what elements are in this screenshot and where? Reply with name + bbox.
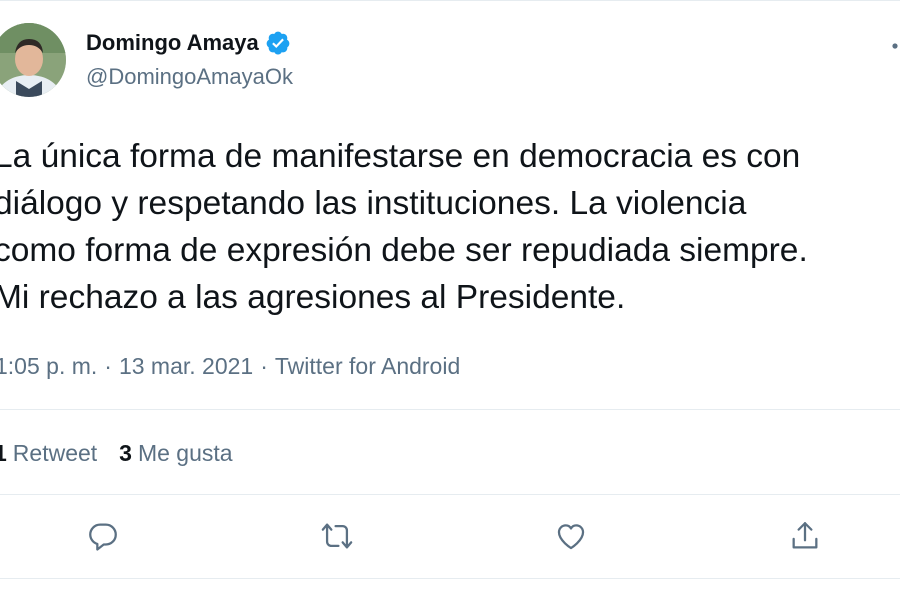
- retweets-label: Retweet: [12, 440, 98, 466]
- tweet-text-line: como forma de expresión debe ser repudia…: [0, 232, 808, 269]
- tweet-stats: 1 Retweet 3 Me gusta: [0, 440, 255, 467]
- tweet-date[interactable]: 13 mar. 2021: [119, 353, 253, 379]
- share-button[interactable]: [787, 518, 823, 554]
- like-icon: [557, 524, 585, 550]
- likes-stat[interactable]: 3 Me gusta: [119, 440, 232, 467]
- meta-separator: ·: [104, 353, 112, 379]
- author-handle[interactable]: @DomingoAmayaOk: [86, 64, 293, 90]
- top-divider: [0, 0, 900, 1]
- retweets-stat[interactable]: 1 Retweet: [0, 440, 97, 467]
- tweet-text-line: La única forma de manifestarse en democr…: [0, 138, 801, 175]
- like-button[interactable]: [553, 518, 589, 554]
- reply-icon: [89, 523, 117, 551]
- retweets-count: 1: [0, 440, 7, 466]
- tweet-text: La única forma de manifestarse en democr…: [0, 133, 894, 321]
- likes-count: 3: [119, 440, 132, 466]
- verified-badge-icon: [265, 30, 291, 56]
- tweet-text-line: diálogo y respetando las instituciones. …: [0, 185, 747, 222]
- meta-separator: ·: [260, 353, 268, 379]
- tweet-card: Domingo Amaya @DomingoAmayaOk La única f…: [0, 0, 900, 600]
- avatar-photo: [0, 23, 66, 97]
- tweet-source[interactable]: Twitter for Android: [275, 353, 460, 379]
- author-display-name[interactable]: Domingo Amaya: [86, 30, 259, 56]
- tweet-text-line: Mi rechazo a las agresiones al President…: [0, 279, 626, 316]
- retweet-icon: [321, 523, 353, 549]
- reply-button[interactable]: [85, 518, 121, 554]
- likes-label: Me gusta: [137, 440, 233, 466]
- bottom-divider: [0, 578, 900, 579]
- avatar[interactable]: [0, 23, 66, 97]
- tweet-meta: 1:05 p. m. · 13 mar. 2021 · Twitter for Andr…: [0, 353, 460, 380]
- retweet-button[interactable]: [319, 518, 355, 554]
- stats-top-divider: [0, 409, 900, 410]
- share-icon: [792, 522, 818, 549]
- author-name-row: Domingo Amaya: [86, 30, 291, 56]
- actions-top-divider: [0, 494, 900, 495]
- more-icon[interactable]: [890, 38, 900, 49]
- tweet-time[interactable]: 1:05 p. m.: [0, 353, 97, 379]
